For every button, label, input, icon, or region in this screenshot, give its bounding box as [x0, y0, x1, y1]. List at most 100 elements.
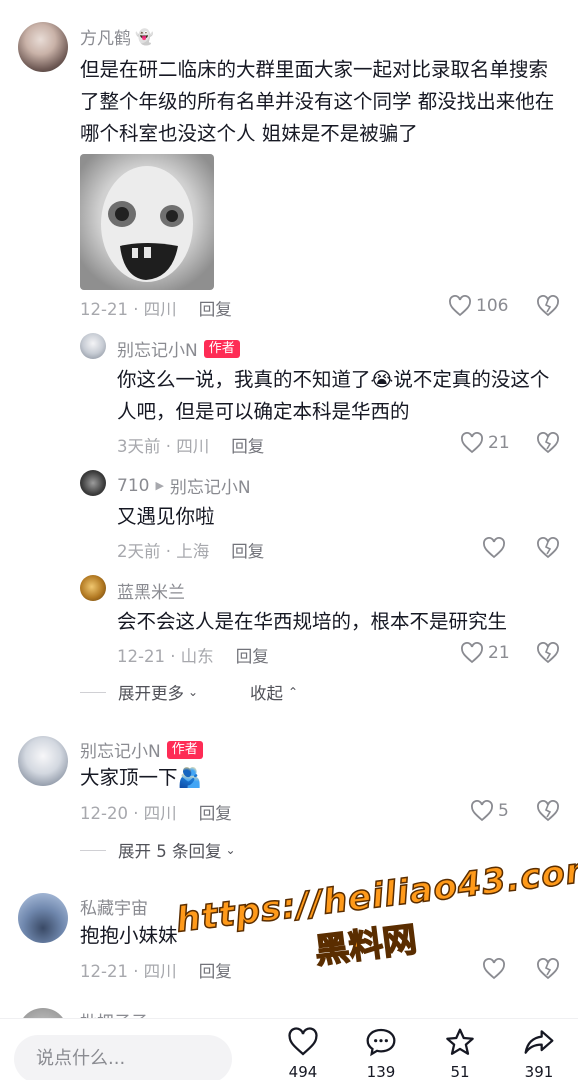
expand-more-label: 展开更多	[118, 684, 184, 703]
comment-author-name[interactable]: 私藏宇宙	[80, 894, 148, 919]
date-location: 3天前 · 四川	[117, 437, 210, 456]
comment-author-name[interactable]: 方凡鹤 👻	[80, 24, 154, 50]
chevron-down-icon: ⌄	[225, 843, 236, 857]
broken-heart-icon	[537, 800, 559, 822]
comment-meta: 3天前 · 四川 回复	[117, 433, 264, 457]
date-location: 12-20 · 四川	[80, 804, 177, 823]
star-count: 51	[450, 1063, 470, 1080]
comment-meta: 2天前 · 上海 回复	[117, 538, 264, 562]
dislike-button[interactable]	[536, 295, 560, 321]
comment-text: 大家顶一下🫂	[80, 762, 550, 794]
broken-heart-icon	[537, 432, 559, 454]
author-name-text: 别忘记小N	[80, 742, 161, 762]
dislike-button[interactable]	[536, 432, 560, 458]
avatar[interactable]	[80, 575, 106, 601]
reply-button[interactable]: 回复	[199, 958, 232, 982]
reply-button[interactable]: 回复	[236, 643, 269, 667]
expand-replies-button[interactable]: 展开 5 条回复 ⌄	[80, 838, 236, 862]
bottom-action-bar: 说点什么... 494 139 51 391	[0, 1018, 578, 1080]
avatar[interactable]	[80, 470, 106, 496]
reply-target-name[interactable]: 别忘记小N	[170, 473, 251, 498]
comment-meta: 12-20 · 四川 回复	[80, 800, 232, 824]
share-post-button[interactable]: 391	[509, 1027, 569, 1080]
comment-bubble-icon	[366, 1028, 396, 1057]
like-count: 494	[288, 1063, 318, 1080]
broken-heart-icon	[537, 642, 559, 664]
like-button[interactable]: 106	[448, 295, 508, 317]
collapse-replies-button[interactable]: 收起 ⌃	[250, 680, 298, 704]
like-button[interactable]: 21	[460, 642, 510, 664]
date-location: 2天前 · 上海	[117, 542, 210, 561]
broken-heart-icon	[537, 958, 559, 980]
like-count: 5	[498, 801, 509, 821]
comment-text: 会不会这人是在华西规培的，根本不是研究生	[117, 610, 508, 633]
comment-input[interactable]: 说点什么...	[14, 1035, 232, 1080]
divider-line	[80, 849, 106, 851]
expand-more-replies-button[interactable]: 展开更多 ⌄	[80, 680, 198, 704]
ghost-emoji: 👻	[135, 27, 154, 46]
comment-meta: 12-21 · 四川 回复	[80, 296, 232, 320]
comment-author-name[interactable]: 710 ▶ 别忘记小N	[117, 473, 251, 499]
like-post-button[interactable]: 494	[273, 1027, 333, 1080]
avatar[interactable]	[18, 22, 68, 72]
date-location: 12-21 · 山东	[117, 647, 214, 666]
heart-icon	[461, 642, 483, 664]
heart-icon	[461, 432, 483, 454]
comment-post-button[interactable]: 139	[351, 1027, 411, 1080]
reply-button[interactable]: 回复	[231, 433, 264, 457]
dislike-button[interactable]	[536, 642, 560, 668]
comment-meta: 12-21 · 四川 回复	[80, 958, 232, 982]
text-part: 你这么一说，我真的不知道了	[117, 368, 371, 391]
reply-button[interactable]: 回复	[199, 800, 232, 824]
meme-face-image	[80, 154, 214, 290]
heart-icon	[483, 958, 505, 980]
reply-arrow-icon: ▶	[155, 479, 164, 492]
like-button[interactable]	[482, 958, 510, 980]
like-button[interactable]	[482, 537, 510, 559]
comment-meta: 12-21 · 山东 回复	[117, 643, 269, 667]
avatar[interactable]	[18, 893, 68, 943]
like-button[interactable]: 5	[470, 800, 509, 822]
heart-icon	[471, 800, 493, 822]
comment-author-name[interactable]: 别忘记小N 作者	[80, 737, 203, 762]
share-arrow-icon	[524, 1030, 554, 1054]
dislike-button[interactable]	[536, 800, 560, 826]
like-count: 21	[488, 433, 510, 453]
author-badge: 作者	[203, 339, 240, 358]
comment-author-name[interactable]: 蓝黑米兰	[117, 578, 185, 603]
broken-heart-icon	[537, 295, 559, 317]
comment-text: 但是在研二临床的大群里面大家一起对比录取名单搜索了整个年级的所有名单并没有这个同…	[80, 58, 555, 145]
dislike-button[interactable]	[536, 958, 560, 984]
favorite-post-button[interactable]: 51	[430, 1027, 490, 1080]
broken-heart-icon	[537, 537, 559, 559]
author-name-text: 蓝黑米兰	[117, 583, 185, 603]
author-name-text: 别忘记小N	[117, 341, 198, 361]
author-badge: 作者	[166, 740, 203, 759]
reply-button[interactable]: 回复	[199, 296, 232, 320]
reply-button[interactable]: 回复	[231, 538, 264, 562]
comment-text: 抱抱小妹妹	[80, 924, 178, 947]
crying-emoji: 😭	[370, 368, 394, 391]
author-name-text: 私藏宇宙	[80, 899, 148, 919]
avatar[interactable]	[80, 333, 106, 359]
comment-text: 又遇见你啦	[117, 505, 215, 528]
comment-image[interactable]	[80, 154, 214, 290]
dislike-button[interactable]	[536, 537, 560, 563]
heart-icon	[449, 295, 471, 317]
expand-replies-label: 展开 5 条回复	[118, 842, 222, 861]
hug-emoji: 🫂	[177, 766, 202, 789]
comment-count: 139	[366, 1063, 396, 1080]
chevron-up-icon: ⌃	[288, 685, 299, 699]
author-name-text: 方凡鹤	[80, 29, 131, 49]
collapse-label: 收起	[250, 684, 283, 703]
like-count: 21	[488, 643, 510, 663]
divider-line	[80, 691, 106, 693]
star-icon	[446, 1028, 474, 1055]
date-location: 12-21 · 四川	[80, 962, 177, 981]
like-button[interactable]: 21	[460, 432, 510, 454]
date-location: 12-21 · 四川	[80, 300, 177, 319]
text-part: 大家顶一下	[80, 766, 178, 789]
avatar[interactable]	[18, 736, 68, 786]
like-count: 106	[476, 296, 509, 316]
comment-author-name[interactable]: 别忘记小N 作者	[117, 336, 240, 361]
